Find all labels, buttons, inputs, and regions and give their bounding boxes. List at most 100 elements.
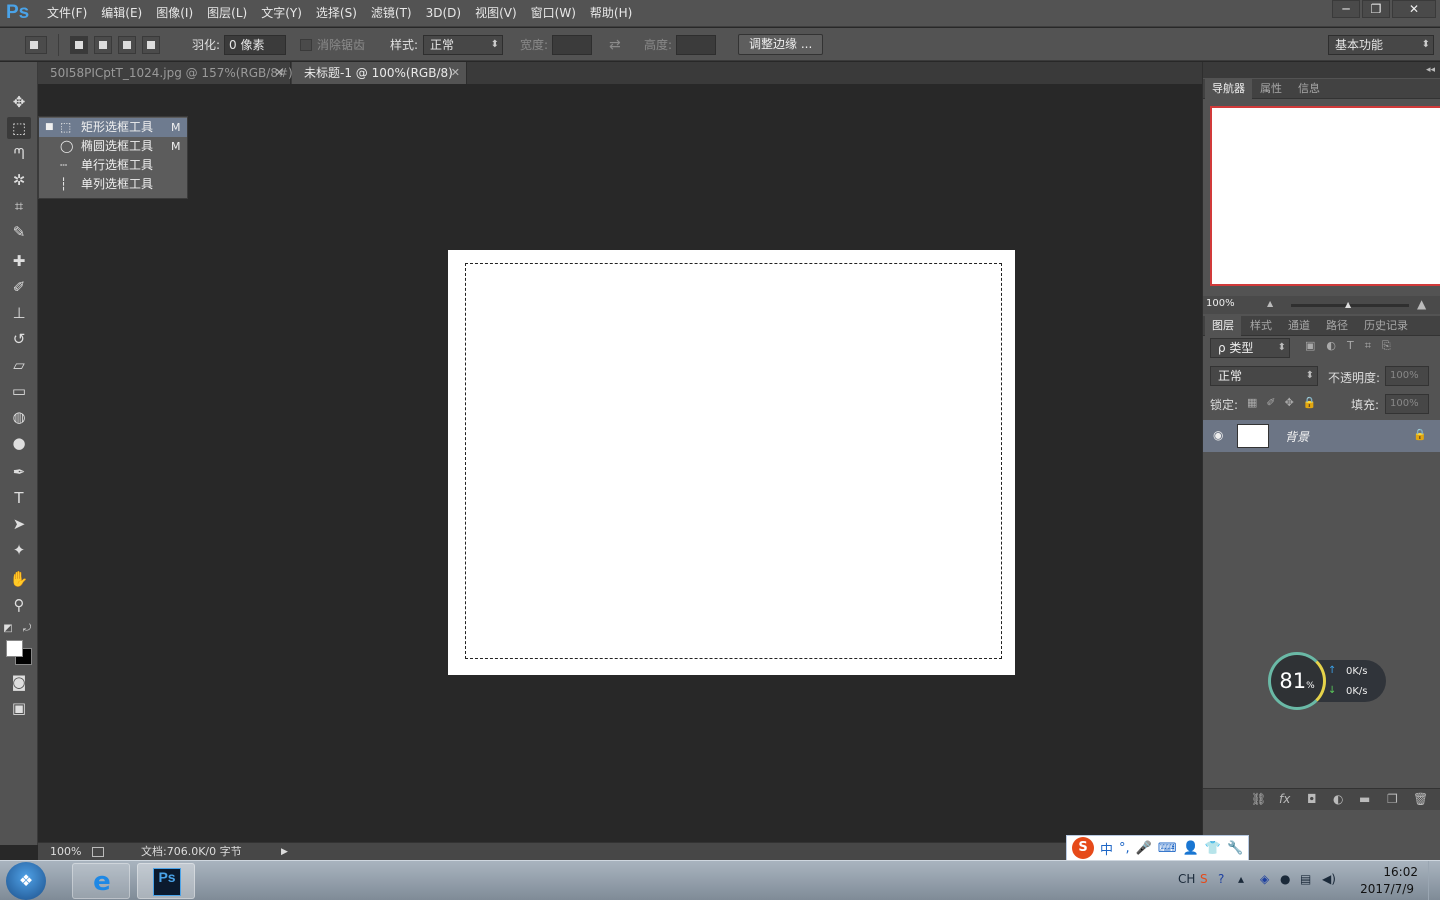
pen-tool-icon[interactable]: ✒ — [7, 461, 31, 483]
document-tab[interactable]: 50I58PICptT_1024.jpg @ 157%(RGB/8#) ✕ — [38, 62, 293, 84]
minimize-button[interactable]: ─ — [1332, 0, 1360, 18]
tray-expand-icon[interactable]: ▴ — [1238, 872, 1244, 886]
menu-image[interactable]: 图像(I) — [149, 0, 200, 27]
navigator-preview[interactable] — [1210, 106, 1440, 286]
style-select[interactable]: 正常 — [423, 34, 504, 55]
custom-shape-tool-icon[interactable]: ✦ — [7, 539, 31, 561]
screen-mode-icon[interactable]: ▣ — [7, 697, 31, 719]
tab-channels[interactable]: 通道 — [1281, 316, 1317, 336]
punctuation-icon[interactable]: °, — [1119, 841, 1130, 856]
marquee-tool-icon[interactable]: ⬚ — [7, 117, 31, 139]
export-icon[interactable] — [92, 847, 104, 857]
crop-tool-icon[interactable]: ⌗ — [7, 195, 31, 217]
height-input[interactable] — [676, 34, 717, 55]
flyout-item-elliptical-marquee[interactable]: ◯ 椭圆选框工具 M — [39, 137, 187, 156]
brush-tool-icon[interactable]: ✐ — [7, 276, 31, 298]
blur-tool-icon[interactable]: ◍ — [7, 406, 31, 428]
swap-colors-icon[interactable]: ⤾ — [19, 618, 35, 640]
type-tool-icon[interactable]: T — [7, 487, 31, 509]
menu-file[interactable]: 文件(F) — [40, 0, 94, 27]
zoom-in-icon[interactable]: ▲ — [1417, 297, 1426, 311]
clone-stamp-tool-icon[interactable]: ⊥ — [7, 302, 31, 324]
intersect-selection-icon[interactable] — [142, 35, 160, 54]
add-selection-icon[interactable] — [94, 35, 112, 54]
add-mask-icon[interactable]: ◘ — [1307, 792, 1317, 806]
slider-thumb-icon[interactable]: ▲ — [1345, 300, 1351, 309]
zoom-tool-icon[interactable]: ⚲ — [7, 594, 31, 616]
lasso-tool-icon[interactable]: ᘉ — [7, 143, 31, 165]
language-indicator[interactable]: CH — [1178, 872, 1195, 886]
volume-icon[interactable]: ◀) — [1322, 872, 1336, 886]
start-button[interactable]: ❖ — [6, 862, 46, 900]
network-icon[interactable]: ▤ — [1300, 872, 1311, 886]
eraser-tool-icon[interactable]: ▱ — [7, 354, 31, 376]
new-group-icon[interactable]: ▬ — [1359, 792, 1370, 806]
clock-date[interactable]: 2017/7/9 — [1360, 882, 1414, 896]
chinese-mode-icon[interactable]: 中 — [1100, 839, 1113, 858]
menu-help[interactable]: 帮助(H) — [583, 0, 639, 27]
tab-styles[interactable]: 样式 — [1243, 316, 1279, 336]
move-tool-icon[interactable]: ✥ — [7, 91, 31, 113]
healing-brush-tool-icon[interactable]: ✚ — [7, 250, 31, 272]
zoom-level[interactable]: 100% — [50, 843, 81, 861]
menu-type[interactable]: 文字(Y) — [254, 0, 309, 27]
magic-wand-tool-icon[interactable]: ✲ — [7, 169, 31, 191]
show-desktop-button[interactable] — [1428, 861, 1440, 900]
restore-button[interactable]: ❐ — [1362, 0, 1390, 18]
collapse-dock-icon[interactable]: ◂◂ — [1203, 62, 1440, 78]
hand-tool-icon[interactable]: ✋ — [7, 568, 31, 590]
feather-input[interactable]: 0 像素 — [224, 34, 287, 55]
shield-icon[interactable]: ◈ — [1260, 872, 1269, 886]
qq-icon[interactable]: ● — [1280, 872, 1290, 886]
skin-icon[interactable]: 👕 — [1205, 841, 1221, 856]
layer-style-icon[interactable]: fx — [1279, 792, 1290, 806]
width-input[interactable] — [552, 34, 593, 55]
new-layer-icon[interactable]: ❐ — [1387, 792, 1398, 806]
taskbar-photoshop-button[interactable]: Ps — [137, 863, 195, 899]
close-icon[interactable]: ✕ — [451, 62, 460, 84]
help-icon[interactable]: ? — [1218, 872, 1224, 886]
tab-paths[interactable]: 路径 — [1319, 316, 1355, 336]
default-colors-icon[interactable]: ◩ — [0, 618, 16, 640]
foreground-color-swatch[interactable] — [6, 640, 23, 657]
settings-wrench-icon[interactable]: 🔧 — [1227, 841, 1243, 856]
menu-layer[interactable]: 图层(L) — [200, 0, 254, 27]
network-speed-widget[interactable]: 81% ↑ 0K/s ↓ 0K/s — [1268, 652, 1386, 710]
eyedropper-tool-icon[interactable]: ✎ — [7, 221, 31, 243]
swap-dimensions-icon[interactable]: ⇄ — [609, 37, 621, 53]
taskbar-ie-button[interactable]: e — [72, 863, 130, 899]
tab-layers[interactable]: 图层 — [1205, 316, 1241, 336]
menu-view[interactable]: 视图(V) — [468, 0, 524, 27]
blend-mode-select[interactable]: 正常 — [1210, 366, 1318, 386]
layer-row-background[interactable]: ◉ 背景 🔒 — [1203, 420, 1440, 452]
voice-icon[interactable]: 🎤 — [1136, 841, 1152, 856]
close-button[interactable]: ✕ — [1392, 0, 1436, 18]
clock-time[interactable]: 16:02 — [1383, 865, 1418, 879]
menu-window[interactable]: 窗口(W) — [524, 0, 583, 27]
sogou-tray-icon[interactable]: S — [1200, 872, 1208, 886]
marquee-preset-icon[interactable] — [25, 35, 47, 54]
lock-options-icons[interactable]: ▦✐✥🔒 — [1247, 396, 1326, 409]
tab-properties[interactable]: 属性 — [1253, 79, 1289, 99]
new-selection-icon[interactable] — [70, 35, 88, 54]
flyout-item-single-row-marquee[interactable]: ┄ 单行选框工具 — [39, 156, 187, 175]
navigator-zoom-value[interactable]: 100% — [1206, 298, 1235, 309]
close-icon[interactable]: ✕ — [275, 62, 284, 84]
status-menu-arrow-icon[interactable]: ▶ — [281, 843, 288, 861]
keyboard-icon[interactable]: ⌨ — [1158, 841, 1177, 856]
flyout-item-rectangular-marquee[interactable]: ■ ⬚ 矩形选框工具 M — [39, 118, 187, 137]
menu-3d[interactable]: 3D(D) — [419, 0, 468, 27]
workspace-select[interactable]: 基本功能 — [1328, 34, 1434, 55]
refine-edge-button[interactable]: 调整边缘 ... — [738, 34, 824, 55]
menu-edit[interactable]: 编辑(E) — [94, 0, 149, 27]
menu-filter[interactable]: 滤镜(T) — [364, 0, 419, 27]
gradient-tool-icon[interactable]: ▭ — [7, 380, 31, 402]
fill-input[interactable]: 100% — [1385, 394, 1429, 414]
tab-navigator[interactable]: 导航器 — [1205, 79, 1252, 99]
zoom-out-icon[interactable]: ▲ — [1267, 299, 1273, 308]
quick-mask-icon[interactable]: ◙ — [7, 671, 31, 693]
user-icon[interactable]: 👤 — [1183, 841, 1199, 856]
link-layers-icon[interactable]: ⛓ — [1251, 792, 1266, 806]
layer-filter-select[interactable]: ρ 类型 — [1210, 338, 1290, 358]
layer-filter-icons[interactable]: ▣◐T⌗⎘ — [1305, 339, 1402, 353]
